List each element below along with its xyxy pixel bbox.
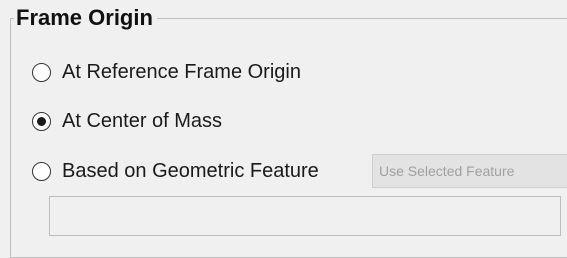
option-label: Based on Geometric Feature [62,160,319,182]
radio-unselected-icon[interactable] [32,161,51,181]
option-geometric-feature[interactable]: Based on Geometric Feature [32,156,319,186]
option-center-of-mass[interactable]: At Center of Mass [32,106,222,136]
use-selected-feature-button[interactable]: Use Selected Feature [372,154,567,188]
group-title: Frame Origin [14,4,157,32]
option-label: At Reference Frame Origin [62,61,301,83]
option-reference-frame-origin[interactable]: At Reference Frame Origin [32,57,301,87]
radio-unselected-icon[interactable] [32,62,51,82]
radio-selected-icon[interactable] [32,111,51,131]
geometric-feature-field[interactable] [49,196,561,236]
option-label: At Center of Mass [62,110,223,132]
